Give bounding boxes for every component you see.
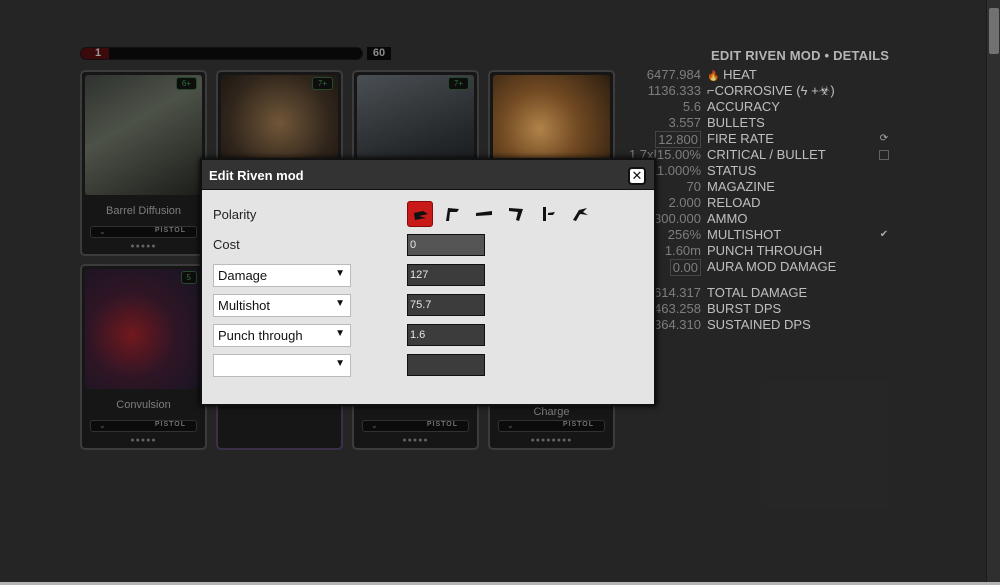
close-icon[interactable]: ✕ <box>628 167 646 185</box>
modal-header: Edit Riven mod ✕ <box>202 160 654 190</box>
select-value: Multishot <box>218 298 271 313</box>
chevron-down-icon: ▼ <box>335 298 345 309</box>
chevron-down-icon: ▼ <box>335 328 345 339</box>
modal-title: Edit Riven mod <box>209 168 304 183</box>
polarity-label: Polarity <box>213 207 257 222</box>
stat-value-input-4[interactable] <box>407 354 485 376</box>
cost-label: Cost <box>213 237 240 252</box>
stat-value-input-3[interactable]: 1.6 <box>407 324 485 346</box>
naramon-polarity-icon[interactable] <box>471 201 497 227</box>
stat-select-1[interactable]: Damage ▼ <box>213 264 351 287</box>
madurai-polarity-icon[interactable] <box>407 201 433 227</box>
stat-select-3[interactable]: Punch through ▼ <box>213 324 351 347</box>
cost-input[interactable]: 0 <box>407 234 485 256</box>
stat-select-2[interactable]: Multishot ▼ <box>213 294 351 317</box>
zenurik-polarity-icon[interactable] <box>503 201 529 227</box>
chevron-down-icon: ▼ <box>335 268 345 279</box>
select-value: Punch through <box>218 328 303 343</box>
chevron-down-icon: ▼ <box>335 358 345 369</box>
stat-value-input-1[interactable]: 127 <box>407 264 485 286</box>
select-value: Damage <box>218 268 268 283</box>
penjaga-polarity-icon[interactable] <box>567 201 593 227</box>
stat-value-input-2[interactable]: 75.7 <box>407 294 485 316</box>
stat-select-4[interactable]: ▼ <box>213 354 351 377</box>
edit-riven-modal: Edit Riven mod ✕ Polarity Cost 0 Damage … <box>200 158 656 406</box>
vazarin-polarity-icon[interactable] <box>439 201 465 227</box>
unairu-polarity-icon[interactable] <box>535 201 561 227</box>
